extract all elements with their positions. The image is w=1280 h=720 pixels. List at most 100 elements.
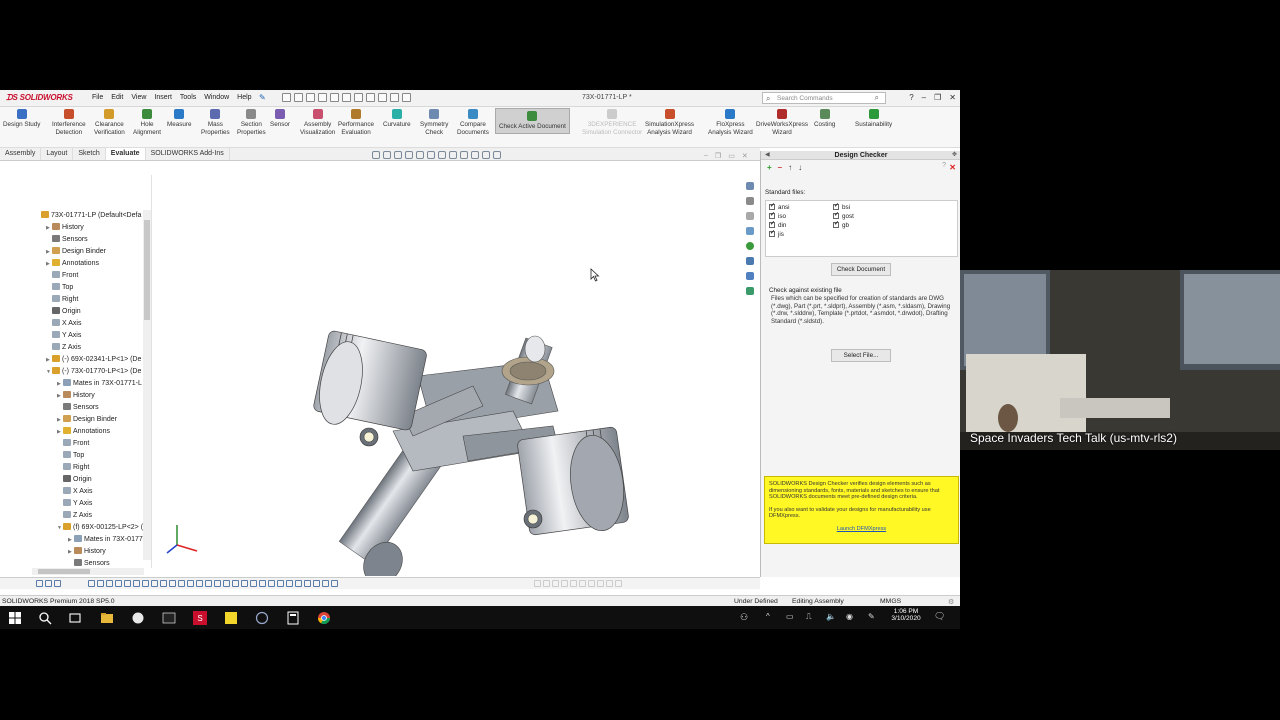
volume-icon[interactable]: 🔈 bbox=[826, 612, 836, 621]
open-icon[interactable] bbox=[306, 93, 315, 102]
add-standard-icon[interactable]: + bbox=[767, 163, 772, 172]
network-app-icon[interactable] bbox=[255, 611, 269, 625]
menu-edit[interactable]: Edit bbox=[111, 94, 123, 101]
calculator-icon[interactable] bbox=[286, 611, 300, 625]
tree-item[interactable]: Z Axis bbox=[57, 511, 92, 520]
checkbox-check-icon[interactable] bbox=[769, 211, 775, 219]
toolbar-tool-icon[interactable] bbox=[534, 580, 541, 587]
checkbox-check-icon[interactable] bbox=[769, 220, 775, 228]
toolbar-tool-icon[interactable] bbox=[223, 580, 230, 587]
zoom-to-fit-icon[interactable] bbox=[372, 151, 380, 159]
menu-help[interactable]: Help bbox=[237, 94, 251, 101]
clearance-verification-button[interactable]: Clearance Verification bbox=[94, 109, 125, 136]
toolbar-tool-icon[interactable] bbox=[151, 580, 158, 587]
solidworks-logo[interactable]: ᗪS SOLIDWORKS bbox=[6, 93, 73, 104]
tree-item[interactable]: ▶ Design Binder bbox=[46, 247, 106, 257]
toolbar-tool-icon[interactable] bbox=[106, 580, 113, 587]
menu-file[interactable]: File bbox=[92, 94, 103, 101]
print-icon[interactable] bbox=[330, 93, 339, 102]
tab-sketch[interactable]: Sketch bbox=[73, 148, 106, 160]
notifications-icon[interactable]: 🗨 bbox=[934, 611, 945, 622]
tree-hscroll-thumb[interactable] bbox=[38, 569, 90, 574]
menu-insert[interactable]: Insert bbox=[154, 94, 172, 101]
section-view-icon[interactable] bbox=[405, 151, 413, 159]
tab-evaluate[interactable]: Evaluate bbox=[105, 148, 146, 160]
display-monitor-icon[interactable] bbox=[493, 151, 501, 159]
toolbar-tool-icon[interactable] bbox=[268, 580, 275, 587]
viewport-restore-icon[interactable]: ❐ bbox=[715, 152, 721, 160]
toolbar-tool-icon[interactable] bbox=[313, 580, 320, 587]
tree-item[interactable]: ▶ History bbox=[68, 547, 106, 557]
apply-scene-icon[interactable] bbox=[471, 151, 479, 159]
display-style-icon[interactable] bbox=[438, 151, 446, 159]
toolbar-tool-icon[interactable] bbox=[232, 580, 239, 587]
solidworks-resources-icon[interactable] bbox=[746, 182, 754, 190]
tree-item[interactable]: ▼ (-) 73X-01770-LP<1> (De bbox=[46, 367, 141, 377]
move-down-icon[interactable]: ↓ bbox=[798, 163, 802, 172]
toolbar-tool-icon[interactable] bbox=[561, 580, 568, 587]
design-checker-tab-icon[interactable] bbox=[746, 287, 754, 295]
toolbar-tool-icon[interactable] bbox=[36, 580, 43, 587]
view-palette-icon[interactable] bbox=[746, 227, 754, 235]
search-dropdown-icon[interactable]: ⌕ bbox=[875, 93, 879, 103]
help-question-icon[interactable]: ? bbox=[942, 162, 946, 169]
tree-item[interactable]: ▶ Design Binder bbox=[57, 415, 117, 425]
sensor-button[interactable]: Sensor bbox=[270, 109, 290, 129]
tree-item[interactable]: ▶ History bbox=[46, 223, 84, 233]
compare-documents-button[interactable]: Compare Documents bbox=[457, 109, 489, 136]
floxpress-analysis-wizard-button[interactable]: FloXpress Analysis Wizard bbox=[708, 109, 753, 136]
tree-item[interactable]: Top bbox=[57, 451, 84, 460]
tree-item[interactable]: ▶ (-) 69X-02341-LP<1> (De bbox=[46, 355, 141, 365]
tree-item[interactable]: Right bbox=[57, 463, 89, 472]
move-up-icon[interactable]: ↑ bbox=[788, 163, 792, 172]
checkbox-check-icon[interactable] bbox=[769, 229, 775, 237]
toolbar-tool-icon[interactable] bbox=[133, 580, 140, 587]
standard-checkbox-jis[interactable]: jis bbox=[769, 229, 784, 238]
sticky-notes-icon[interactable] bbox=[224, 611, 238, 625]
assembly-visualization-button[interactable]: Assembly Visualization bbox=[300, 109, 335, 136]
restore-icon[interactable]: ❐ bbox=[934, 93, 941, 102]
tree-item[interactable]: Front bbox=[57, 439, 89, 448]
tree-item[interactable]: ▶ Mates in 73X-0177 bbox=[68, 535, 143, 545]
forum-icon[interactable] bbox=[746, 272, 754, 280]
dynamic-annotation-icon[interactable] bbox=[416, 151, 424, 159]
viewport-close-icon[interactable]: ✕ bbox=[742, 152, 748, 160]
simulationxpress-analysis-wizard-button[interactable]: SimulationXpress Analysis Wizard bbox=[645, 109, 694, 136]
save-icon[interactable] bbox=[318, 93, 327, 102]
sustainability-button[interactable]: Sustainability bbox=[855, 109, 892, 129]
minimize-icon[interactable]: – bbox=[922, 93, 926, 102]
terminal-icon[interactable] bbox=[162, 611, 176, 625]
toolbar-tool-icon[interactable] bbox=[322, 580, 329, 587]
standard-checkbox-iso[interactable]: iso bbox=[769, 211, 786, 220]
tree-item[interactable]: ▼ (f) 69X-00125-LP<2> ( bbox=[57, 523, 143, 533]
viewport-minimize-icon[interactable]: – bbox=[704, 152, 708, 160]
tree-item[interactable]: Sensors bbox=[46, 235, 88, 244]
pane-back-icon[interactable]: ◀ bbox=[765, 151, 770, 160]
tree-item[interactable]: X Axis bbox=[57, 487, 92, 496]
pane-pin-icon[interactable]: ✥ bbox=[952, 151, 957, 160]
toolbar-tool-icon[interactable] bbox=[295, 580, 302, 587]
symmetry-check-button[interactable]: Symmetry Check bbox=[420, 109, 448, 136]
toolbar-tool-icon[interactable] bbox=[142, 580, 149, 587]
windows-start-icon[interactable] bbox=[8, 611, 22, 625]
file-explorer-icon[interactable] bbox=[100, 611, 114, 625]
tree-item[interactable]: Sensors bbox=[57, 403, 99, 412]
standard-checkbox-gost[interactable]: gost bbox=[833, 211, 854, 220]
checkbox-check-icon[interactable] bbox=[833, 211, 839, 219]
toolbar-tool-icon[interactable] bbox=[615, 580, 622, 587]
toolbar-tool-icon[interactable] bbox=[205, 580, 212, 587]
toolbar-tool-icon[interactable] bbox=[588, 580, 595, 587]
new-document-icon[interactable] bbox=[294, 93, 303, 102]
chat-app-icon[interactable] bbox=[131, 611, 145, 625]
menu-tools[interactable]: Tools bbox=[180, 94, 196, 101]
toolbar-tool-icon[interactable] bbox=[579, 580, 586, 587]
tray-app-icon[interactable]: ▭ bbox=[786, 612, 794, 621]
toolbar-tool-icon[interactable] bbox=[241, 580, 248, 587]
tree-item[interactable]: Y Axis bbox=[57, 499, 92, 508]
select-file-button[interactable]: Select File... bbox=[831, 349, 891, 362]
toolbar-tool-icon[interactable] bbox=[277, 580, 284, 587]
tree-item[interactable]: X Axis bbox=[46, 319, 81, 328]
costing-button[interactable]: Costing bbox=[814, 109, 835, 129]
toolbar-tool-icon[interactable] bbox=[250, 580, 257, 587]
toolbar-tool-icon[interactable] bbox=[160, 580, 167, 587]
